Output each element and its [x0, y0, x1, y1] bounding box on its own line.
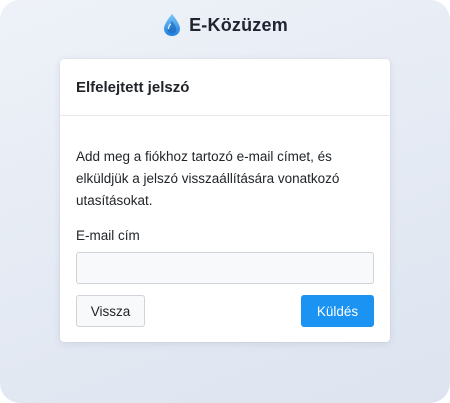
card-body: Add meg a fiókhoz tartozó e-mail címet, … — [60, 116, 390, 284]
card-header: Elfelejtett jelszó — [60, 59, 390, 116]
back-button[interactable]: Vissza — [76, 295, 145, 327]
app-window: E-Közüzem Elfelejtett jelszó Add meg a f… — [0, 0, 450, 403]
brand-name: E-Közüzem — [189, 14, 288, 35]
brand-header: E-Közüzem — [0, 12, 450, 38]
send-button[interactable]: Küldés — [301, 295, 374, 327]
forgot-password-card: Elfelejtett jelszó Add meg a fiókhoz tar… — [60, 59, 390, 342]
card-actions: Vissza Küldés — [76, 295, 374, 327]
description-text: Add meg a fiókhoz tartozó e-mail címet, … — [76, 149, 340, 208]
card-title: Elfelejtett jelszó — [76, 78, 190, 96]
email-label: E-mail cím — [76, 228, 140, 243]
water-drop-icon — [162, 13, 182, 37]
email-input[interactable] — [76, 252, 374, 284]
